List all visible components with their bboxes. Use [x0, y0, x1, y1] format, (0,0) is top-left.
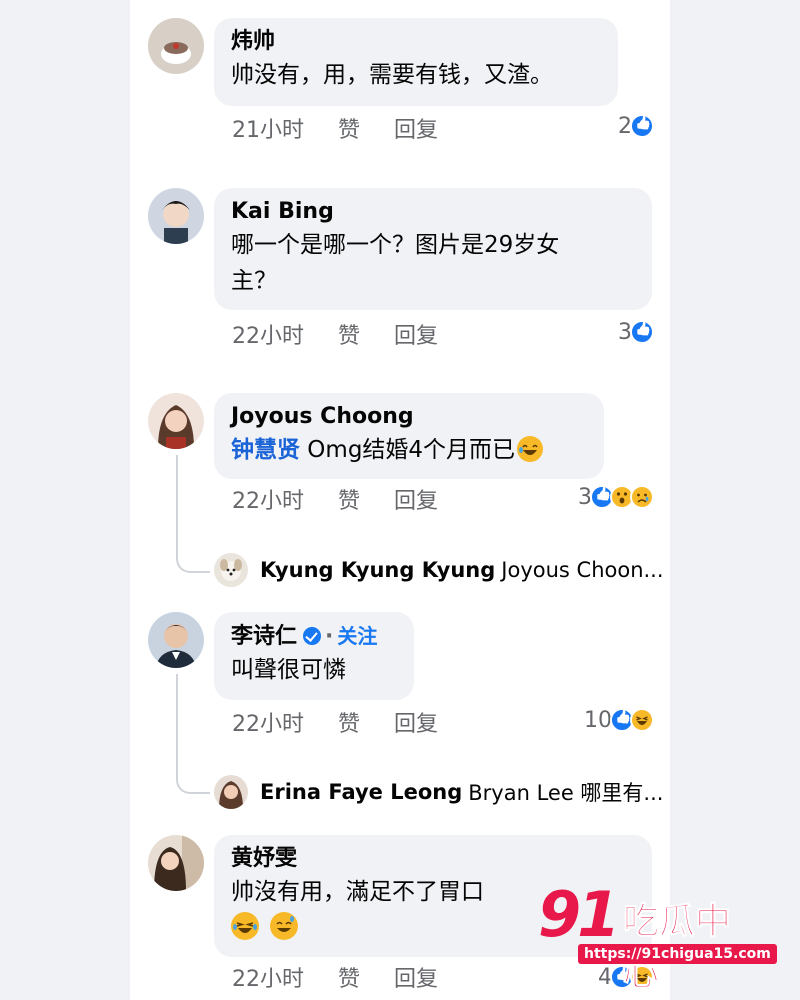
- comment-actions: 22小时 赞 回复: [232, 322, 472, 352]
- reply-button[interactable]: 回复: [394, 322, 438, 352]
- comment-bubble: Kai Bing 哪一个是哪一个？图片是29岁女 主？: [214, 188, 652, 310]
- avatar[interactable]: [148, 393, 204, 449]
- comment-bubble: 李诗仁 · 关注 叫聲很可憐: [214, 612, 414, 700]
- like-button[interactable]: 赞: [338, 487, 360, 517]
- reply-author[interactable]: Erina Faye Leong: [260, 780, 462, 804]
- like-button[interactable]: 赞: [338, 965, 360, 995]
- comment-author[interactable]: 黄妤雯: [231, 844, 635, 874]
- reaction-summary[interactable]: 10: [584, 706, 654, 734]
- laughing-emoji-icon: [231, 912, 259, 940]
- follow-button[interactable]: 关注: [337, 624, 377, 648]
- reply-button[interactable]: 回复: [394, 965, 438, 995]
- avatar[interactable]: [214, 553, 248, 587]
- thread-connector: [176, 455, 210, 573]
- comment-time[interactable]: 22小时: [232, 322, 304, 352]
- comment-actions: 22小时 赞 回复: [232, 487, 472, 517]
- reply-author[interactable]: Kyung Kyung Kyung: [260, 558, 495, 582]
- comment-time[interactable]: 22小时: [232, 710, 304, 740]
- site-watermark-logo: 91 吃瓜中心 https://91chigua15.com: [538, 878, 777, 995]
- avatar[interactable]: [148, 612, 204, 668]
- comment-bubble: 炜帅 帅没有，用，需要有钱，又渣。: [214, 18, 618, 106]
- comment-text-body: Omg结婚4个月而已: [300, 437, 516, 463]
- comment-author[interactable]: 李诗仁: [231, 624, 297, 649]
- comment-text: 帅没有，用，需要有钱，又渣。: [231, 62, 553, 88]
- watermark-number: 91: [538, 878, 620, 951]
- mention-link[interactable]: 钟慧贤: [231, 437, 300, 463]
- avatar[interactable]: [148, 835, 204, 891]
- comment-author[interactable]: Joyous Choong: [231, 402, 587, 432]
- watermark-url: https://91chigua15.com: [578, 944, 777, 964]
- comment-author[interactable]: Kai Bing: [231, 197, 635, 227]
- comment-time[interactable]: 22小时: [232, 965, 304, 995]
- comment-time[interactable]: 22小时: [232, 487, 304, 517]
- separator-dot: ·: [325, 624, 334, 649]
- comment-actions: 22小时 赞 回复: [232, 965, 472, 995]
- sweat-smile-emoji-icon: [270, 912, 299, 940]
- comment-text-line: 哪一个是哪一个？图片是29岁女: [231, 232, 560, 258]
- reaction-summary[interactable]: 3: [578, 483, 654, 511]
- reply-button[interactable]: 回复: [394, 487, 438, 517]
- reply-preview[interactable]: Kyung Kyung Kyung Joyous Choon...: [214, 550, 664, 590]
- comment-time[interactable]: 21小时: [232, 116, 304, 146]
- comment-author[interactable]: 炜帅: [231, 27, 601, 57]
- like-button[interactable]: 赞: [338, 322, 360, 352]
- avatar[interactable]: [148, 188, 204, 244]
- reply-button[interactable]: 回复: [394, 710, 438, 740]
- comment-bubble: Joyous Choong 钟慧贤 Omg结婚4个月而已: [214, 393, 604, 479]
- thread-connector: [176, 674, 210, 794]
- like-icon: [630, 320, 654, 344]
- sad-icon: [630, 485, 654, 509]
- comment-text-line: 主？: [231, 268, 277, 294]
- avatar[interactable]: [214, 775, 248, 809]
- reply-button[interactable]: 回复: [394, 116, 438, 146]
- comments-panel: 炜帅 帅没有，用，需要有钱，又渣。 21小时赞回复 2 Kai Bing 哪一个…: [130, 0, 670, 1000]
- comment-actions: 21小时 赞 回复: [232, 116, 472, 146]
- reaction-summary[interactable]: 2: [618, 112, 654, 140]
- reaction-summary[interactable]: 3: [618, 318, 654, 346]
- reaction-count: 10: [584, 707, 612, 733]
- reply-text: Joyous Choon...: [501, 558, 664, 582]
- comment-actions: 22小时 赞 回复: [232, 710, 472, 740]
- comment-text: 钟慧贤 Omg结婚4个月而已: [231, 432, 587, 468]
- like-icon: [630, 114, 654, 138]
- reply-text: Bryan Lee 哪里有...: [468, 781, 664, 805]
- reply-preview[interactable]: Erina Faye Leong Bryan Lee 哪里有...: [214, 772, 663, 812]
- comment-text: 叫聲很可憐: [231, 657, 346, 683]
- like-button[interactable]: 赞: [338, 116, 360, 146]
- avatar[interactable]: [148, 18, 204, 74]
- like-button[interactable]: 赞: [338, 710, 360, 740]
- laughing-emoji-icon: [517, 436, 544, 462]
- comment-header: 李诗仁 · 关注: [231, 621, 397, 652]
- haha-icon: [630, 708, 654, 732]
- verified-badge-icon: [303, 627, 322, 645]
